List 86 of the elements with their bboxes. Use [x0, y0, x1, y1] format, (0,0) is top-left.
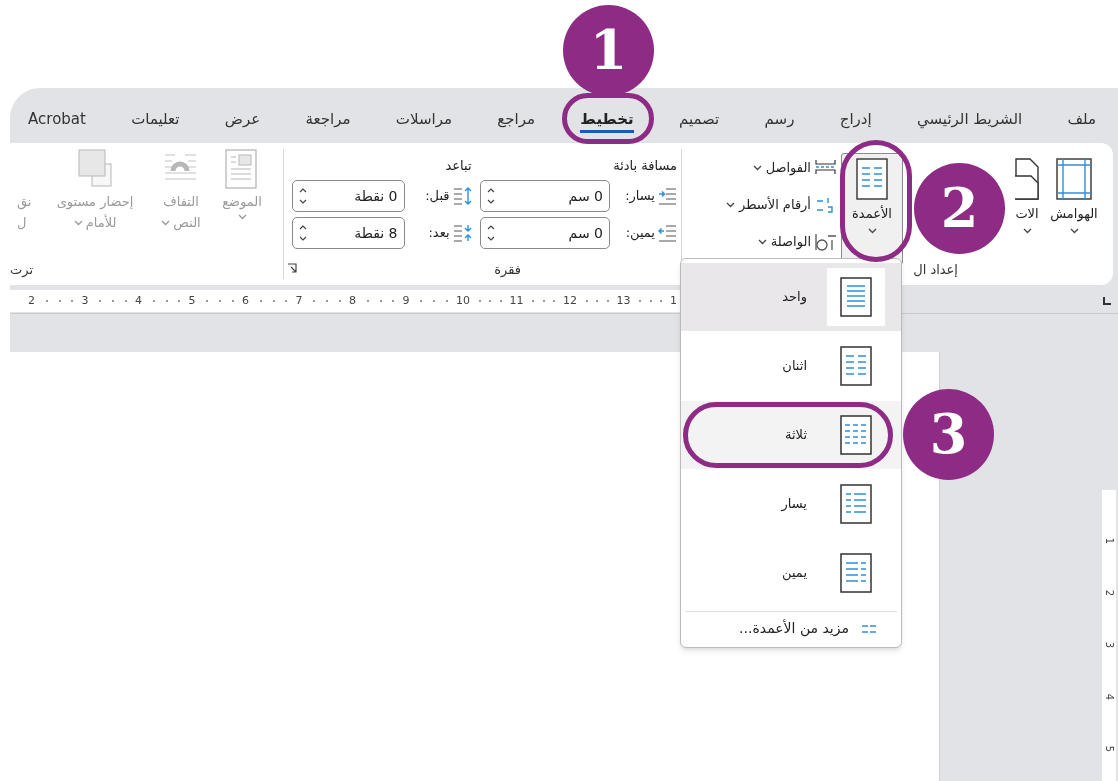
- ruler-number: 5: [188, 295, 196, 307]
- ribbon-button[interactable]: الفواصل: [726, 155, 837, 181]
- ruler-number: 12: [563, 295, 577, 307]
- ribbon-tab[interactable]: مراسلات: [395, 109, 452, 133]
- ruler-number: 13: [616, 295, 631, 307]
- ribbon-tab[interactable]: تعليمات: [131, 109, 180, 133]
- ribbon-tab[interactable]: الشريط الرئيسي: [916, 109, 1023, 133]
- ribbon-tab[interactable]: ملف: [1067, 109, 1096, 133]
- spinner-icon: [486, 223, 495, 243]
- right-indent-icon: [658, 224, 677, 242]
- chevron-down-icon: [73, 219, 83, 226]
- group-label: ترت: [10, 260, 34, 279]
- spin-field[interactable]: 0 سم: [479, 217, 610, 249]
- field-label: يمين:: [624, 224, 655, 243]
- position-icon: [225, 149, 259, 189]
- right-columns-icon: [840, 553, 872, 593]
- ribbon-tab[interactable]: عرض: [224, 109, 261, 133]
- ruler-number: 1: [670, 295, 677, 307]
- menu-item[interactable]: اثنان: [681, 332, 901, 400]
- ribbon-tab[interactable]: تصميم: [678, 109, 720, 133]
- ruler-number: 2: [1104, 589, 1114, 597]
- margins-icon: [1056, 158, 1092, 200]
- menu-item[interactable]: مزيد من الأعمدة...: [681, 614, 901, 643]
- chevron-down-icon: [161, 219, 171, 226]
- tab-stop-icon: [1103, 297, 1111, 305]
- chevron-down-icon: [752, 165, 762, 171]
- ruler-number: 4: [1104, 693, 1114, 701]
- left-columns-icon: [840, 484, 872, 524]
- after-indent-icon: [452, 224, 472, 242]
- ruler-number: 7: [295, 295, 303, 307]
- ruler-number: 1: [1104, 537, 1114, 545]
- columns-icon: [861, 623, 877, 634]
- field-label: بعد:: [427, 224, 450, 243]
- spinner-icon: [486, 186, 495, 206]
- ribbon-button[interactable]: الهوامش: [1043, 153, 1105, 265]
- spin-field[interactable]: 0 سم: [479, 180, 610, 212]
- spin-field[interactable]: 0 نقطة: [292, 180, 405, 212]
- ruler-number: 10: [456, 295, 470, 307]
- ruler-number: 4: [135, 295, 142, 307]
- dialog-launcher-icon: [287, 263, 297, 273]
- ribbon-tab[interactable]: رسم: [764, 109, 795, 133]
- spin-field[interactable]: 8 نقطة: [292, 217, 405, 249]
- ribbon-button[interactable]: الواصلة: [726, 229, 837, 255]
- step-number: 1: [563, 5, 654, 96]
- group-label: إعداد ال: [913, 260, 958, 279]
- section-title: تباعد: [444, 157, 472, 175]
- spinner-icon: [299, 223, 307, 243]
- hyphenation-icon: [815, 233, 837, 251]
- ribbon-button[interactable]: الات: [1013, 153, 1041, 265]
- ruler-number: 2: [28, 295, 35, 307]
- section-title: مسافة بادئة: [612, 157, 677, 175]
- chevron-down-icon: [237, 214, 247, 220]
- three-columns-icon: [840, 415, 872, 455]
- columns-icon: [854, 158, 890, 200]
- field-label: قبل:: [424, 187, 450, 206]
- ribbon-tab[interactable]: تخطيط: [580, 109, 634, 133]
- ruler-number: 6: [242, 295, 249, 307]
- menu-item[interactable]: واحد: [681, 263, 901, 331]
- ribbon-tab[interactable]: Acrobat: [28, 109, 86, 133]
- group-label: فقرة: [494, 260, 521, 279]
- ruler-number: 5: [1104, 745, 1114, 753]
- two-columns-icon: [840, 346, 872, 386]
- ruler-number: 9: [402, 295, 410, 307]
- ribbon-tab[interactable]: مراجع: [497, 109, 536, 133]
- forward-icon: [78, 149, 112, 189]
- before-indent-icon: [452, 187, 472, 205]
- chevron-down-icon: [1069, 228, 1079, 234]
- ruler-number: 11: [509, 295, 524, 307]
- chevron-down-icon: [757, 239, 767, 245]
- menu-item[interactable]: يمين: [681, 539, 901, 607]
- ribbon-button[interactable]: أرقام الأسطر: [726, 192, 837, 218]
- ribbon-tab[interactable]: إدراج: [839, 109, 872, 133]
- one-columns-icon: [840, 277, 872, 317]
- spinner-icon: [299, 186, 307, 206]
- orientation-icon: [1014, 158, 1040, 200]
- ruler-number: 3: [1104, 641, 1114, 649]
- left-indent-icon: [658, 187, 677, 205]
- field-label: يسار:: [624, 187, 655, 206]
- chevron-down-icon: [1022, 228, 1032, 234]
- chevron-down-icon: [726, 202, 735, 208]
- chevron-down-icon: [867, 228, 877, 234]
- breaks-icon: [815, 159, 837, 177]
- ruler-number: 3: [81, 295, 89, 307]
- ribbon-tab[interactable]: مراجعة: [305, 109, 351, 133]
- ruler-number: 8: [349, 295, 356, 307]
- menu-item[interactable]: يسار: [681, 470, 901, 538]
